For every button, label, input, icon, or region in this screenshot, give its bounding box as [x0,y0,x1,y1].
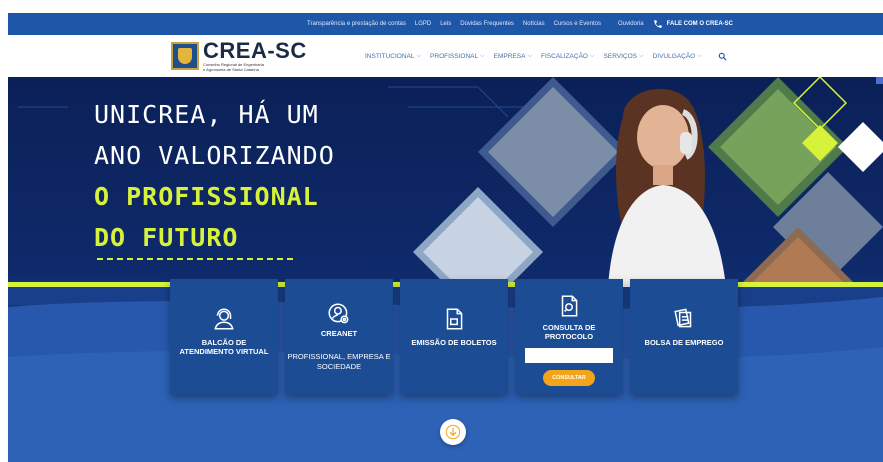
link-cursos[interactable]: Cursos e Eventos [554,21,601,27]
nav-profissional[interactable]: PROFISSIONAL ⌵ [430,53,485,60]
nav-label: SERVIÇOS [603,52,638,60]
card-consulta-protocolo[interactable]: CONSULTA DE PROTOCOLO CONSULTAR [515,279,623,394]
logo-subtitle-2: e Agronomia de Santa Catarina [203,67,259,72]
hero-headline: UNICREA, HÁ UM ANO VALORIZANDO O PROFISS… [94,94,335,258]
nav-label: PROFISSIONAL [430,52,479,60]
card-emissao-boletos[interactable]: EMISSÃO DE BOLETOS [400,279,508,394]
phone-icon [653,20,662,28]
link-ouvidoria[interactable]: Ouvidoria [618,21,644,27]
nav-divulgacao[interactable]: DIVULGAÇÃO ⌵ [653,53,702,60]
chevron-down-icon: ⌵ [416,52,422,59]
card-title: BOLSA DE EMPREGO [644,338,724,347]
chevron-down-icon: ⌵ [480,52,485,59]
main-header: CREA-SC Conselho Regional de Engenharia … [8,35,883,77]
chevron-down-icon: ⌵ [697,52,702,59]
chevron-down-icon: ⌵ [639,52,644,59]
page: Transparência e prestação de contas LGPD… [0,0,883,462]
nav-institucional[interactable]: INSTITUCIONAL ⌵ [365,53,421,60]
card-title: EMISSÃO DE BOLETOS [411,338,497,347]
service-cards: BALCÃO DE ATENDIMENTO VIRTUAL CREANET PR… [170,279,738,394]
top-utility-bar: Transparência e prestação de contas LGPD… [8,13,883,35]
link-noticias[interactable]: Notícias [523,21,545,27]
protocol-input[interactable] [525,348,613,363]
scroll-down-button[interactable] [440,419,466,445]
card-creanet[interactable]: CREANET PROFISSIONAL, EMPRESA E SOCIEDAD… [285,279,393,394]
headline-line-2: ANO VALORIZANDO [94,141,335,170]
headline-line-3: O PROFISSIONAL [94,182,319,211]
nav-label: DIVULGAÇÃO [652,52,696,60]
card-title: BALCÃO DE ATENDIMENTO VIRTUAL [179,338,269,356]
search-icon [719,52,727,60]
document-icon [441,306,467,332]
card-subtitle: PROFISSIONAL, EMPRESA E SOCIEDADE [287,352,391,371]
card-balcao-atendimento[interactable]: BALCÃO DE ATENDIMENTO VIRTUAL [170,279,278,394]
consultar-button[interactable]: CONSULTAR [543,370,595,386]
link-leis[interactable]: Leis [440,21,451,27]
hero-banner: UNICREA, HÁ UM ANO VALORIZANDO O PROFISS… [8,77,883,462]
headset-user-icon [211,306,237,332]
card-title: CREANET [320,329,358,338]
crest-icon [171,42,199,70]
headline-line-1: UNICREA, HÁ UM [94,100,319,129]
document-search-icon [556,293,582,319]
user-gear-icon [326,301,352,327]
hero-person-illustration [608,88,726,287]
fale-conosco-link[interactable]: FALE COM O CREA-SC [653,19,733,29]
headline-dashes [97,258,293,260]
nav-label: EMPRESA [493,52,526,60]
crea-sc-logo[interactable]: CREA-SC Conselho Regional de Engenharia … [171,40,307,72]
nav-label: FISCALIZAÇÃO [541,52,588,60]
nav-servicos[interactable]: SERVIÇOS ⌵ [604,53,644,60]
chevron-down-icon: ⌵ [527,52,533,59]
search-button[interactable] [717,50,729,62]
card-bolsa-emprego[interactable]: BOLSA DE EMPREGO [630,279,738,394]
headline-line-4: DO FUTURO [94,223,239,252]
chevron-down-icon: ⌵ [589,52,595,59]
nav-empresa[interactable]: EMPRESA ⌵ [494,53,532,60]
card-title: CONSULTA DE PROTOCOLO [542,323,596,341]
link-transparencia[interactable]: Transparência e prestação de contas [307,21,406,27]
fale-conosco-label: FALE COM O CREA-SC [666,21,733,27]
link-lgpd[interactable]: LGPD [415,21,431,27]
main-nav: INSTITUCIONAL ⌵ PROFISSIONAL ⌵ EMPRESA ⌵ FI… [365,50,729,62]
briefcase-documents-icon [671,306,697,332]
side-tab[interactable] [876,77,883,84]
link-duvidas[interactable]: Dúvidas Frequentes [460,21,514,27]
nav-fiscalizacao[interactable]: FISCALIZAÇÃO ⌵ [541,53,595,60]
logo-title: CREA-SC [203,38,307,63]
nav-label: INSTITUCIONAL [365,52,415,60]
arrow-down-icon [445,424,461,440]
